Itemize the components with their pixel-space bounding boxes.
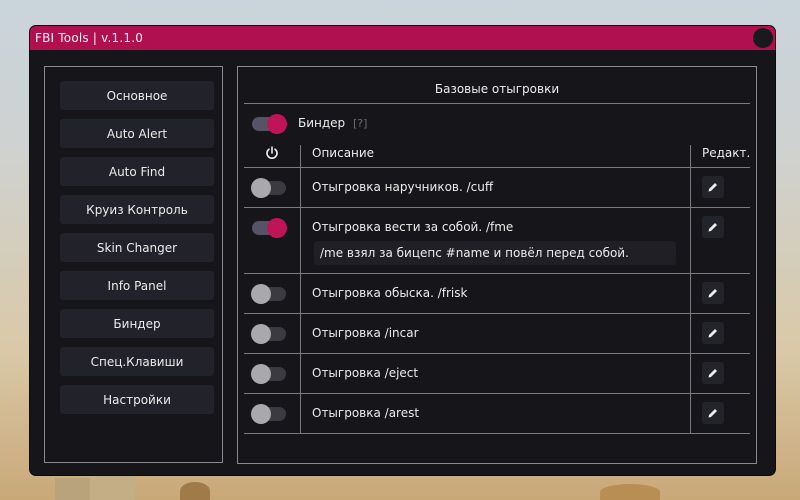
sidebar-item-auto-alert[interactable]: Auto Alert [60,119,214,148]
sidebar-item-label: Настройки [103,392,171,407]
pencil-icon [707,324,719,343]
sidebar-item-settings[interactable]: Настройки [60,385,214,414]
column-header-description: Описание [312,146,375,160]
sidebar-item-binder[interactable]: Биндер [60,309,214,338]
background-building [55,478,90,500]
sidebar-item-label: Спец.Клавиши [90,354,184,369]
pencil-icon [707,404,719,423]
sidebar-item-label: Биндер [113,316,161,331]
sidebar-item-label: Auto Alert [106,126,168,141]
frisk-toggle[interactable] [251,283,286,304]
edit-button[interactable] [702,282,724,304]
sidebar-item-label: Info Panel [107,278,167,293]
edit-button[interactable] [702,362,724,384]
row-label: Отыгровка /arest [312,406,420,420]
window-title: FBI Tools | v.1.1.0 [35,31,144,45]
sidebar-item-skin-changer[interactable]: Skin Changer [60,233,214,262]
rp-text-value: /me взял за бицепс #name и повёл перед с… [320,246,629,260]
row-divider [244,393,750,394]
pencil-icon [707,284,719,303]
incar-toggle[interactable] [251,323,286,344]
section-title: Базовые отыгровки [434,82,560,96]
pencil-icon [707,178,719,197]
sidebar-item-hotkeys[interactable]: Спец.Клавиши [60,347,214,376]
sidebar-item-label: Основное [106,88,168,103]
column-header-edit: Редакт. [702,146,751,160]
background-tree [600,484,660,500]
row-divider [244,273,750,274]
sidebar-item-label: Skin Changer [96,240,178,255]
row-divider [244,167,750,168]
row-divider [244,433,750,434]
pencil-icon [707,218,719,237]
sidebar-item-info-panel[interactable]: Info Panel [60,271,214,300]
power-icon [265,145,279,164]
edit-button[interactable] [702,216,724,238]
sidebar-item-label: Auto Find [108,164,166,179]
column-divider [690,145,691,433]
row-label: Отыгровка обыска. /frisk [312,286,468,300]
column-divider [300,145,301,433]
background-tree [180,482,210,500]
arest-toggle[interactable] [251,403,286,424]
binder-toggle[interactable] [252,113,287,134]
title-bar[interactable]: FBI Tools | v.1.1.0 [30,26,775,50]
close-button[interactable] [753,28,773,48]
row-label: Отыгровка /incar [312,326,419,340]
row-divider [244,313,750,314]
edit-button[interactable] [702,322,724,344]
row-label: Отыгровка наручников. /cuff [312,180,494,194]
row-divider [244,207,750,208]
divider [244,103,750,104]
cuff-toggle[interactable] [251,177,286,198]
row-label: Отыгровка /eject [312,366,419,380]
sidebar: Основное Auto Alert Auto Find Круиз Конт… [44,66,223,463]
edit-button[interactable] [702,402,724,424]
sidebar-item-cruise-control[interactable]: Круиз Контроль [60,195,214,224]
binder-label: Биндер [298,116,346,130]
sidebar-item-label: Круиз Контроль [86,202,188,217]
sidebar-item-auto-find[interactable]: Auto Find [60,157,214,186]
edit-button[interactable] [702,176,724,198]
rp-text-field[interactable]: /me взял за бицепс #name и повёл перед с… [314,241,676,265]
row-label: Отыгровка вести за собой. /fme [312,220,514,234]
sidebar-item-main[interactable]: Основное [60,81,214,110]
help-hint[interactable]: [?] [353,117,367,130]
fme-toggle[interactable] [252,217,287,238]
row-divider [244,353,750,354]
main-panel: Базовые отыгровки Биндер [?] Описание Ре… [237,66,757,464]
fbi-tools-window: FBI Tools | v.1.1.0 Основное Auto Alert … [30,26,775,475]
pencil-icon [707,364,719,383]
eject-toggle[interactable] [251,363,286,384]
